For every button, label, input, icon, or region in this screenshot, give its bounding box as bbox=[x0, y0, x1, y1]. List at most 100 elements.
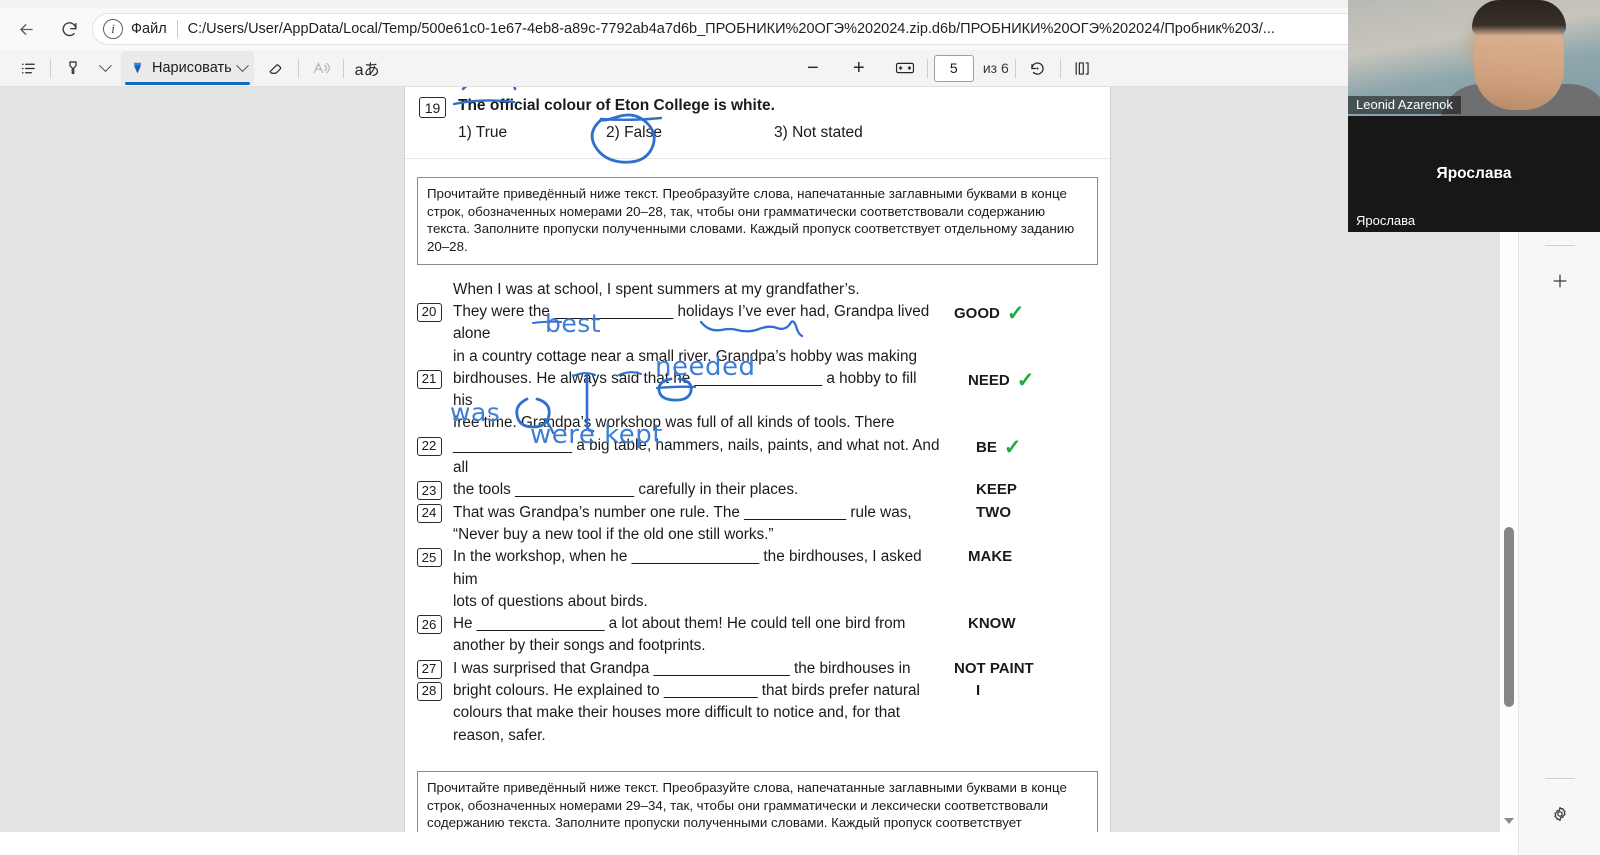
cue-word-label: MAKE bbox=[968, 548, 1013, 566]
file-scheme-label: Файл bbox=[131, 21, 167, 37]
passage-line-text: That was Grandpa’s number one rule. The … bbox=[453, 503, 912, 521]
passage-line-number-cell: 24 bbox=[409, 502, 449, 523]
passage-line-number: 27 bbox=[416, 659, 442, 679]
translate-icon[interactable]: аあ bbox=[350, 53, 385, 83]
rotate-icon[interactable] bbox=[1022, 53, 1054, 83]
reload-button[interactable] bbox=[52, 13, 86, 45]
passage-cue-word: TWO bbox=[940, 502, 1100, 524]
settings-gear-icon[interactable] bbox=[1543, 797, 1577, 831]
passage-line-text: in a country cottage near a small river.… bbox=[453, 347, 917, 365]
address-bar[interactable]: i Файл C:/Users/User/AppData/Local/Temp/… bbox=[92, 13, 1493, 45]
passage-line: 21 birdhouses. He always said that he ___… bbox=[409, 368, 1100, 413]
checkmark-icon: ✓ bbox=[1003, 435, 1022, 459]
passage-line-text: In the workshop, when he _______________… bbox=[453, 548, 926, 588]
toolbar-divider-5 bbox=[1014, 58, 1016, 78]
passage-line-number-cell bbox=[409, 725, 449, 727]
passage-line: 28 bright colours. He explained to ______… bbox=[409, 680, 1100, 702]
passage-line-number-cell: 27 bbox=[409, 658, 449, 679]
pdf-page: 19 The official colour of Eton College i… bbox=[405, 87, 1110, 832]
passage-cue-word: KNOW bbox=[940, 613, 1100, 635]
read-aloud-icon[interactable] bbox=[305, 53, 337, 83]
passage-line: “Never buy a new tool if the old one sti… bbox=[409, 524, 1100, 546]
toolbar-divider-1 bbox=[50, 58, 51, 78]
pdf-viewer[interactable]: 19 The official colour of Eton College i… bbox=[0, 87, 1518, 832]
table-of-contents-icon[interactable] bbox=[12, 53, 44, 83]
passage-line: free time. Grandpa’s workshop was full o… bbox=[409, 412, 1100, 434]
url-text[interactable]: C:/Users/User/AppData/Local/Temp/500e61c… bbox=[188, 21, 1456, 37]
passage-20-28: best needed was were kept When I was at … bbox=[405, 279, 1110, 747]
passage-line-number-cell bbox=[409, 635, 449, 637]
instruction-box-29-34: Прочитайте приведённый ниже текст. Преоб… bbox=[417, 770, 1098, 832]
site-info-icon[interactable]: i bbox=[103, 19, 123, 39]
passage-cue-word: I bbox=[940, 680, 1100, 702]
cue-word-label: KNOW bbox=[968, 615, 1016, 633]
video-call-panel[interactable]: Leonid Azarenok Ярослава Ярослава bbox=[1348, 0, 1600, 232]
checkmark-icon: ✓ bbox=[1016, 368, 1035, 392]
passage-cue-word: NOT PAINT bbox=[940, 658, 1100, 680]
option-false[interactable]: 2) False bbox=[606, 124, 774, 142]
participant-1-name: Leonid Azarenok bbox=[1348, 96, 1461, 114]
highlighter-icon[interactable] bbox=[57, 53, 89, 83]
passage-line-number-cell: 25 bbox=[409, 546, 449, 568]
passage-line: 25 In the workshop, when he _____________… bbox=[409, 546, 1100, 591]
passage-line-text: the tools ______________ carefully in th… bbox=[453, 481, 799, 499]
passage-line-text: lots of questions about birds. bbox=[453, 592, 648, 610]
passage-line-number: 22 bbox=[416, 436, 442, 456]
passage-line: 26 He _______________ a lot about them! H… bbox=[409, 613, 1100, 635]
passage-line-number: 20 bbox=[416, 302, 442, 322]
toolbar-divider-3 bbox=[342, 58, 344, 78]
toolbar-divider-6 bbox=[1059, 58, 1061, 78]
passage-line-number-cell bbox=[409, 591, 449, 593]
omnibox-divider bbox=[176, 20, 178, 38]
passage-line-text: He _______________ a lot about them! He … bbox=[453, 615, 906, 633]
cue-word-label: BE bbox=[976, 438, 997, 456]
pen-icon bbox=[133, 62, 142, 73]
question-19-number: 19 bbox=[419, 97, 446, 118]
passage-line-number-cell bbox=[409, 279, 449, 281]
video-tile-participant-1[interactable]: Leonid Azarenok bbox=[1348, 0, 1600, 116]
add-icon[interactable] bbox=[1543, 264, 1577, 298]
sidebar-divider bbox=[1544, 245, 1575, 246]
draw-chevron-down-icon[interactable] bbox=[235, 58, 249, 72]
passage-cue-word: NEED ✓ bbox=[940, 368, 1100, 392]
page-total-label: из 6 bbox=[982, 60, 1009, 76]
back-button[interactable] bbox=[9, 13, 43, 45]
passage-line-text: They were the ______________ holidays I’… bbox=[453, 302, 934, 343]
passage-line: in a country cottage near a small river.… bbox=[409, 346, 1100, 368]
passage-line: 24 That was Grandpa’s number one rule. Th… bbox=[409, 502, 1100, 524]
passage-line-text: I was surprised that Grandpa ___________… bbox=[453, 659, 911, 677]
passage-line-number: 25 bbox=[416, 548, 442, 568]
page-number-input[interactable]: 5 bbox=[933, 54, 974, 82]
passage-line-text: free time. Grandpa’s workshop was full o… bbox=[453, 414, 895, 432]
passage-line: 20 They were the ______________ holidays … bbox=[409, 301, 1100, 346]
option-true[interactable]: 1) True bbox=[458, 124, 606, 142]
passage-line-text: birdhouses. He always said that he _____… bbox=[453, 369, 921, 410]
scrollbar-thumb[interactable] bbox=[1504, 527, 1514, 707]
passage-line-text: ______________ a big table, hammers, nai… bbox=[453, 436, 944, 477]
passage-line-text: colours that make their houses more diff… bbox=[453, 704, 900, 722]
passage-line-number-cell bbox=[409, 702, 449, 704]
zoom-in-button[interactable]: + bbox=[843, 53, 875, 83]
video-tile-participant-2[interactable]: Ярослава Ярослава bbox=[1348, 116, 1600, 232]
passage-line-number: 28 bbox=[416, 682, 442, 702]
cue-word-label: NEED bbox=[968, 371, 1010, 389]
passage-line-number: 21 bbox=[416, 369, 442, 389]
passage-line-number-cell: 22 bbox=[409, 435, 449, 456]
passage-line-text: reason, safer. bbox=[453, 726, 546, 744]
passage-line: reason, safer. bbox=[409, 725, 1100, 747]
checkmark-icon: ✓ bbox=[1006, 301, 1025, 325]
question-19-block: 19 The official colour of Eton College i… bbox=[405, 87, 1110, 164]
eraser-icon[interactable] bbox=[260, 53, 292, 83]
option-not-stated[interactable]: 3) Not stated bbox=[774, 124, 863, 142]
scroll-down-arrow-icon[interactable] bbox=[1504, 818, 1514, 824]
fit-page-icon[interactable] bbox=[889, 53, 921, 83]
passage-line-number-cell: 20 bbox=[409, 301, 449, 322]
page-layout-icon[interactable] bbox=[1067, 53, 1099, 83]
highlighter-chevron-down-icon[interactable] bbox=[89, 53, 121, 83]
zoom-out-button[interactable]: − bbox=[797, 53, 829, 83]
passage-line-number: 24 bbox=[416, 503, 442, 523]
draw-tool-button[interactable]: Нарисовать bbox=[121, 51, 254, 85]
cue-word-label: NOT PAINT bbox=[954, 659, 1034, 677]
instruction-text-1: Прочитайте приведённый ниже текст. Преоб… bbox=[427, 186, 1075, 255]
passage-line-text: When I was at school, I spent summers at… bbox=[453, 280, 860, 298]
